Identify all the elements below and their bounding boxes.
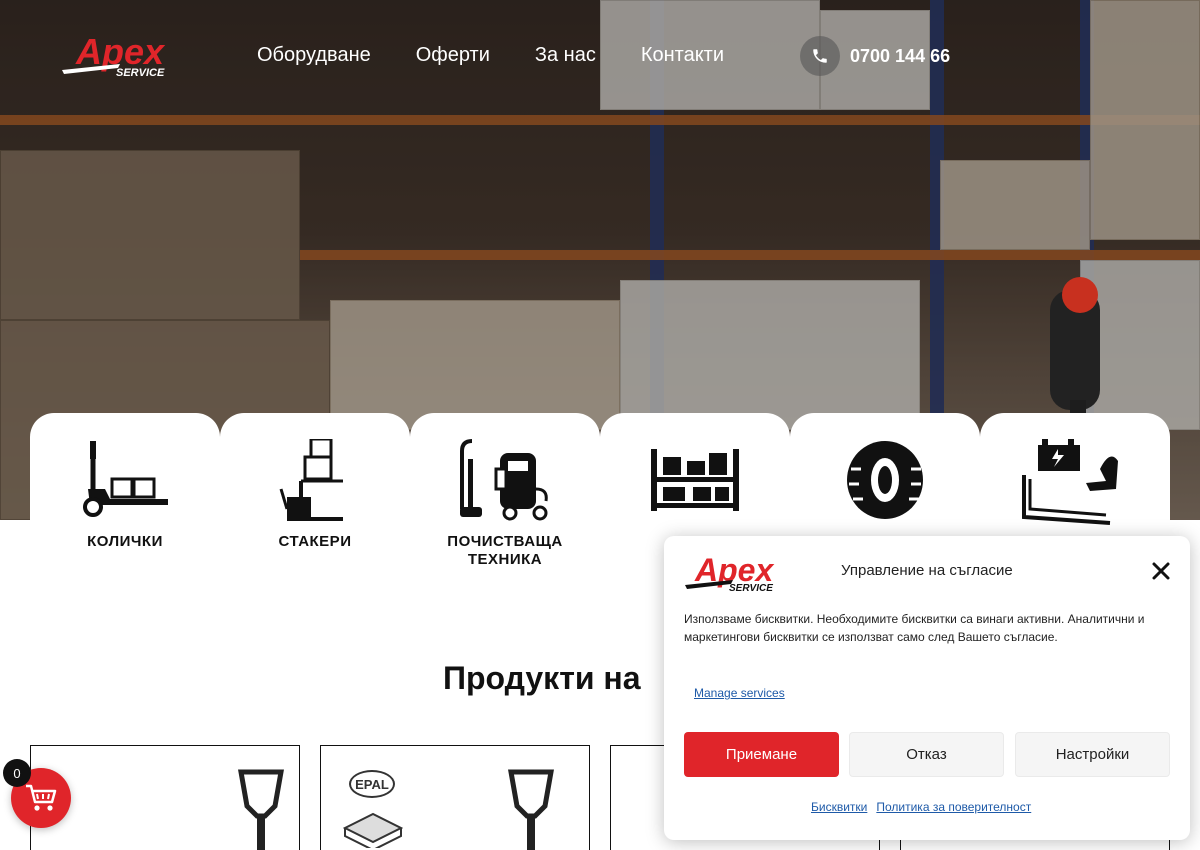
pallet-truck-handle-icon [238,769,284,850]
category-label: КОЛИЧКИ [30,533,220,551]
cart-count-badge: 0 [3,759,31,787]
close-icon[interactable] [1150,560,1172,582]
pallet-icon [343,812,403,848]
cookie-consent-dialog: Apex SERVICE Управление на съгласие Изпо… [664,536,1190,840]
products-title: Продукти на [443,660,641,696]
consent-logo: Apex SERVICE [685,552,774,594]
category-tile-stackers[interactable]: СТАКЕРИ [220,413,410,583]
pallet-truck-handle-icon [508,769,554,850]
cart-icon [26,784,57,811]
stacker-icon [279,439,343,521]
consent-logo-subtitle: SERVICE [729,583,773,594]
phone-number[interactable]: 0700 144 66 [850,46,950,67]
phone-icon [800,36,840,76]
pallet-truck-icon [83,441,168,517]
category-label-line1: КОЛИЧКИ [87,533,163,550]
nav-item-contacts[interactable]: Контакти [641,44,724,67]
consent-title: Управление на съгласие [841,562,1013,579]
manage-services-link[interactable]: Manage services [694,686,785,700]
cleaning-machine-icon [460,439,548,521]
category-label-line1: СТАКЕРИ [278,533,352,550]
cookies-policy-link[interactable]: Бисквитки [811,800,867,814]
logo-wordmark: Apex [75,31,166,72]
nav-item-equipment[interactable]: Оборудване [257,44,371,67]
settings-button[interactable]: Настройки [1015,732,1170,777]
shelving-icon [651,449,739,511]
tire-icon [847,441,923,519]
category-label-line2: ТЕХНИКА [467,551,543,568]
category-label: СТАКЕРИ [220,533,410,551]
privacy-policy-link[interactable]: Политика за поверителност [876,800,1031,814]
consent-links: Бисквитки Политика за поверителност [811,800,1031,814]
category-label-line1: ПОЧИСТВАЩА [447,533,563,550]
apex-logo-icon: Apex SERVICE [62,31,166,79]
deny-button[interactable]: Отказ [849,732,1004,777]
spare-parts-icon [1022,439,1118,525]
category-tile-carts[interactable]: КОЛИЧКИ [30,413,220,583]
category-label: ПОЧИСТВАЩА ТЕХНИКА [410,533,600,569]
nav-item-offers[interactable]: Оферти [416,44,490,67]
product-card[interactable]: EPAL [320,745,590,850]
apex-logo[interactable]: Apex SERVICE [60,30,184,82]
phone-contact[interactable]: 0700 144 66 [800,36,950,76]
category-tile-cleaning[interactable]: ПОЧИСТВАЩА ТЕХНИКА [410,413,600,583]
main-nav: Оборудване Оферти За нас Контакти [257,44,724,67]
accept-button[interactable]: Приемане [684,732,839,777]
nav-item-about[interactable]: За нас [535,44,596,67]
epal-badge: EPAL [349,770,395,798]
consent-text: Използваме бисквитки. Необходимите бискв… [684,612,1145,644]
logo-subtitle: SERVICE [116,67,165,79]
